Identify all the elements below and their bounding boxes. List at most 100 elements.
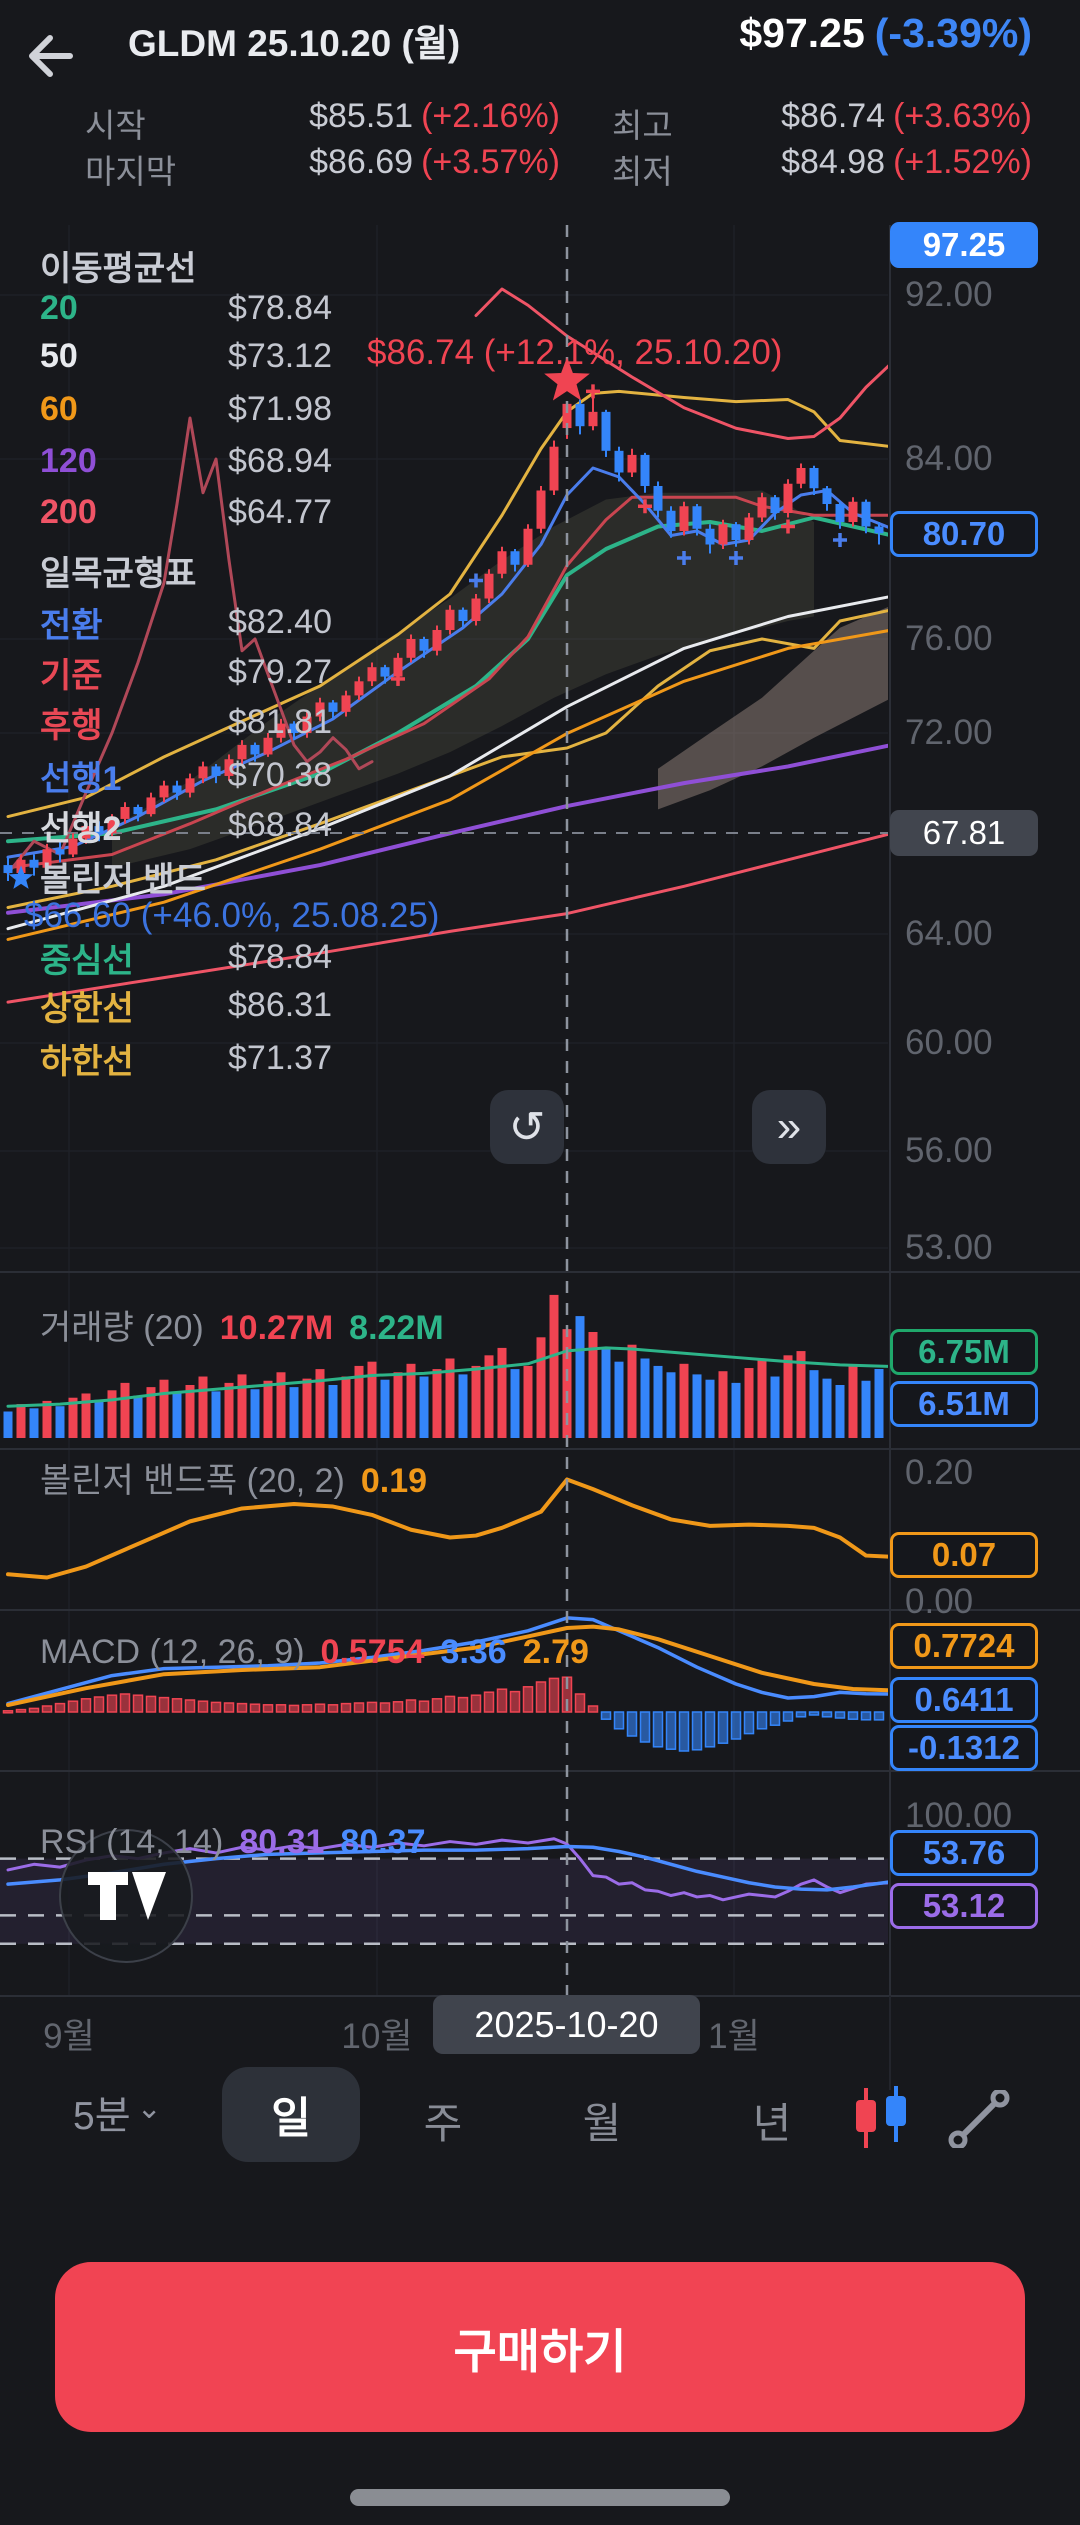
price-axis-tick: 84.00: [905, 439, 993, 478]
date-axis-label: 9월: [43, 2017, 95, 2056]
fast-forward-icon: »: [776, 1102, 802, 1151]
price-axis-tick: 56.00: [905, 1131, 993, 1170]
legend-item: 50 $73.12: [40, 337, 332, 376]
legend-item-label: 하한선: [40, 1043, 134, 1081]
bbw-title: 볼린저 밴드폭 (20, 2): [40, 1462, 345, 1500]
price-axis-tick: 92.00: [905, 275, 993, 314]
trading-app-screen: GLDM 25.10.20 (월) $97.25 (-3.39%) 시작 $85…: [0, 0, 1080, 2525]
bbw-value: 0.19: [360, 1462, 428, 1500]
legend-item-label: 20: [40, 289, 78, 327]
buy-button-label: 구매하기: [453, 2324, 627, 2378]
legend-item: 선행1 $70.38: [40, 751, 332, 800]
macd-signal-badge: 0.7724: [890, 1623, 1038, 1669]
legend-item: 선행2 $68.84: [40, 801, 332, 850]
volume-last-badge: 6.51M: [890, 1381, 1038, 1427]
rsi-signal-badge: 53.76: [890, 1830, 1038, 1876]
legend-item-label: 50: [40, 337, 78, 375]
tab-year[interactable]: 년: [753, 2090, 792, 2151]
legend-item-value: $68.84: [228, 806, 332, 844]
legend-item-label: 선행1: [40, 760, 122, 798]
legend-item-value: $70.38: [228, 756, 332, 794]
reset-chart-button[interactable]: ↺: [490, 1090, 564, 1164]
macd-value-1: 0.5754: [320, 1633, 425, 1671]
volume-ma-badge: 6.75M: [890, 1329, 1038, 1375]
price-axis-tick: 72.00: [905, 713, 993, 752]
home-indicator[interactable]: [350, 2489, 730, 2506]
legend-item-value: $73.12: [228, 337, 332, 375]
legend-item-value: $71.98: [228, 390, 332, 428]
bbw-pane-title: 볼린저 밴드폭 (20, 2) 0.19: [40, 1453, 427, 1502]
legend-item-label: 선행2: [40, 810, 122, 848]
bb-legend-title: 볼린저 밴드: [40, 861, 206, 899]
minute-dropdown[interactable]: 5분 ⌄: [73, 2085, 162, 2141]
legend-item: 전환 $82.40: [40, 598, 332, 647]
current-price-badge: 97.25: [890, 222, 1038, 268]
price-axis-tick: 60.00: [905, 1023, 993, 1062]
legend-item-value: $78.84: [228, 289, 332, 327]
legend-item: 기준 $79.27: [40, 648, 332, 697]
ref-price-badge: 67.81: [890, 810, 1038, 856]
legend-item-value: $64.77: [228, 493, 332, 531]
macd-line-badge: 0.6411: [890, 1677, 1038, 1723]
price-axis-tick: 76.00: [905, 619, 993, 658]
drawing-tool-button[interactable]: [948, 2090, 1010, 2148]
date-axis-label: 1월: [708, 2017, 760, 2056]
macd-value-2: 3.36: [440, 1633, 507, 1671]
last-price-badge: 80.70: [890, 511, 1038, 557]
ichimoku-legend-title: 일목균형표: [40, 555, 197, 593]
bbw-tick-top: 0.20: [905, 1453, 974, 1492]
rsi-value-1: 80.31: [239, 1823, 325, 1861]
low-annotation: $66.60 (+46.0%, 25.08.25): [24, 896, 440, 935]
macd-value-3: 2.79: [522, 1633, 589, 1671]
volume-value-2: 8.22M: [349, 1309, 444, 1347]
trendline-icon: [948, 2090, 1010, 2148]
price-axis-tick: 64.00: [905, 914, 993, 953]
tab-month[interactable]: 월: [583, 2090, 622, 2151]
volume-value-1: 10.27M: [219, 1309, 334, 1347]
candlestick-icon: [856, 2086, 906, 2148]
legend-item-label: 전환: [40, 607, 103, 645]
legend-item: 하한선 $71.37: [40, 1034, 332, 1083]
legend-item: 200 $64.77: [40, 493, 332, 532]
legend-item-value: $79.27: [228, 653, 332, 691]
macd-hist-badge: -0.1312: [890, 1725, 1038, 1771]
legend-item-value: $81.81: [228, 703, 332, 741]
ma-legend-title: 이동평균선: [40, 250, 197, 288]
legend-item-value: $78.84: [228, 938, 332, 976]
legend-item: 20 $78.84: [40, 289, 332, 328]
legend-item-label: 후행: [40, 707, 103, 745]
volume-title: 거래량 (20): [40, 1309, 204, 1347]
legend-item-label: 200: [40, 493, 97, 531]
legend-item: 후행 $81.81: [40, 698, 332, 747]
legend-item: 중심선 $78.84: [40, 933, 332, 982]
date-crosshair-text: 2025-10-20: [474, 2003, 659, 2045]
go-to-latest-button[interactable]: »: [752, 1090, 826, 1164]
legend-item: 60 $71.98: [40, 390, 332, 429]
tab-day[interactable]: 일: [222, 2067, 360, 2162]
legend-item: 상한선 $86.31: [40, 981, 332, 1030]
date-axis-label: 10월: [341, 2017, 413, 2056]
legend-item-value: $82.40: [228, 603, 332, 641]
chart-style-button[interactable]: [852, 2086, 914, 2150]
rsi-pane-title: RSI (14, 14) 80.31 80.37: [40, 1823, 426, 1862]
macd-pane-title: MACD (12, 26, 9) 0.5754 3.36 2.79: [40, 1633, 589, 1672]
bbw-tick-bottom: 0.00: [905, 1582, 974, 1621]
tab-week[interactable]: 주: [424, 2090, 463, 2151]
minute-dropdown-label: 5분: [73, 2095, 131, 2138]
legend-item-label: 60: [40, 390, 78, 428]
volume-pane-title: 거래량 (20) 10.27M 8.22M: [40, 1300, 444, 1349]
price-axis-tick: 53.00: [905, 1228, 993, 1267]
rsi-value-2: 80.37: [340, 1823, 426, 1861]
buy-button[interactable]: 구매하기: [55, 2262, 1025, 2432]
legend-item-value: $68.94: [228, 442, 332, 480]
legend-item-label: 상한선: [40, 990, 134, 1028]
reset-icon: ↺: [508, 1102, 546, 1152]
legend-item-label: 120: [40, 442, 97, 480]
macd-title: MACD (12, 26, 9): [40, 1633, 305, 1671]
legend-item-value: $86.31: [228, 986, 332, 1024]
legend-item-value: $71.37: [228, 1039, 332, 1077]
legend-item-label: 중심선: [40, 942, 134, 980]
legend-item: 120 $68.94: [40, 442, 332, 481]
tab-day-label: 일: [271, 2094, 311, 2143]
rsi-title: RSI (14, 14): [40, 1823, 224, 1861]
